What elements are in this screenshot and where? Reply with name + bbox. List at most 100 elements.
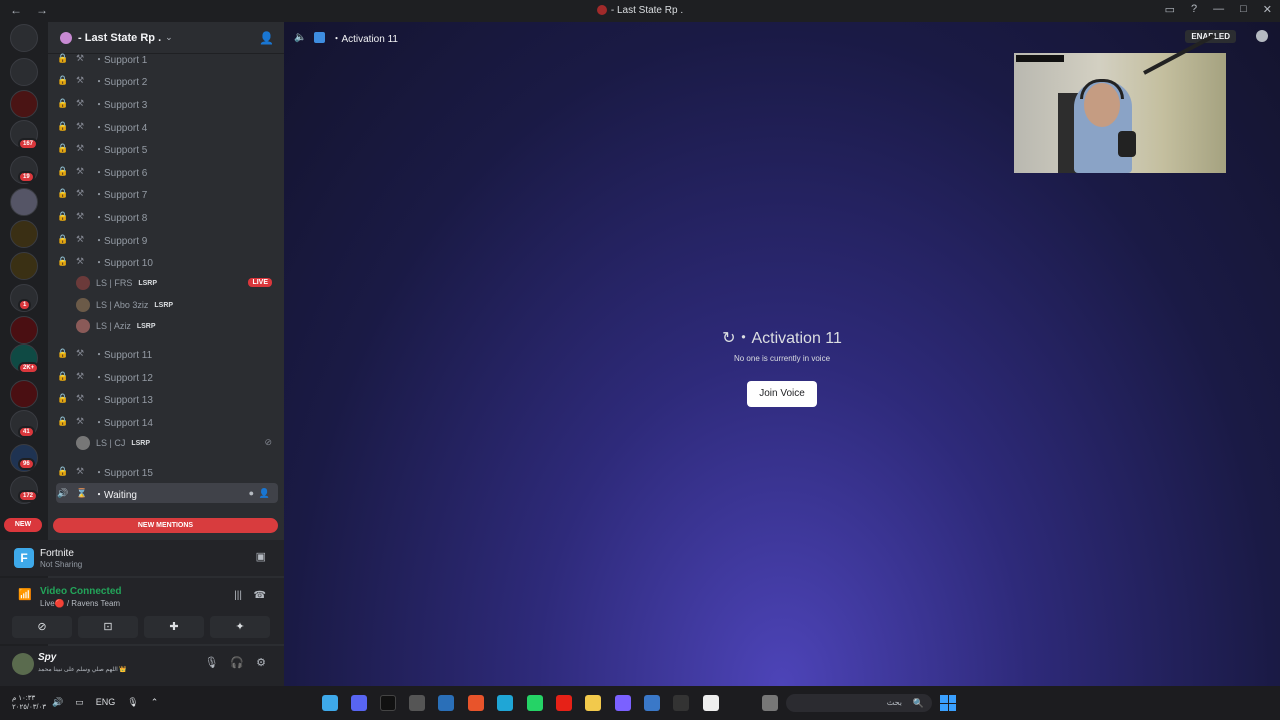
discord-taskbar-icon[interactable] <box>351 695 367 711</box>
taskbar: ١٠:٣٣ م ٢٠٢٥/٠٣/٠٣ 🔊 ▭ ENG 🎙 ⌃ بحث 🔍 <box>0 686 1280 720</box>
inbox-icon[interactable]: ▭ <box>1165 3 1175 16</box>
tiktok-icon[interactable] <box>380 695 396 711</box>
disconnect-icon[interactable]: ☎ <box>254 590 266 601</box>
voice-channel[interactable]: 🔒 ⚒ ・Support 6 <box>56 161 278 181</box>
voice-channel[interactable]: 🔒 ⚒ ・Support 1 <box>56 48 278 68</box>
chat-icon[interactable] <box>1256 30 1268 42</box>
voice-channel-name[interactable]: Live🔴 / Ravens Team <box>40 599 120 608</box>
volume-icon[interactable]: 🔊 <box>52 697 63 708</box>
fortnite-icon: F <box>14 548 34 568</box>
task-view-icon[interactable] <box>762 695 778 711</box>
lock-icon: 🔒 <box>57 392 69 403</box>
gear-icon[interactable]: ⚙ <box>256 656 266 669</box>
server-icon[interactable] <box>10 380 38 408</box>
lock-icon: 🔒 <box>57 210 69 221</box>
store-icon[interactable] <box>644 695 660 711</box>
whatsapp-icon[interactable] <box>527 695 543 711</box>
join-voice-button[interactable]: Join Voice <box>747 381 817 407</box>
voice-member[interactable]: LS | Abo 3ziz LSRP <box>76 296 276 314</box>
app-icon[interactable] <box>409 695 425 711</box>
voice-member[interactable]: LS | FRS LSRP <box>76 274 276 292</box>
voice-icon: ⚒ <box>76 97 85 108</box>
microphone-icon[interactable]: 🎙 <box>204 656 218 669</box>
voice-icon: ⚒ <box>76 392 85 403</box>
app-icon[interactable] <box>438 695 454 711</box>
lock-icon: 🔒 <box>57 187 69 198</box>
unread-badge: 96 <box>18 458 35 470</box>
voice-channel[interactable]: 🔒 ⚒ ・Support 5 <box>56 138 278 158</box>
server-icon[interactable] <box>10 90 38 118</box>
activities-button[interactable]: ✚ <box>144 616 204 638</box>
chat-icon[interactable]: ● <box>249 488 254 498</box>
window-controls: ▭ ? — □ ✕ <box>1165 3 1272 16</box>
voice-channel[interactable]: 🔒 ⚒ ・Support 13 <box>56 388 278 408</box>
server-icon <box>596 5 607 16</box>
unread-badge: 172 <box>18 490 39 502</box>
help-icon[interactable]: ? <box>1191 3 1197 16</box>
soundboard-button[interactable]: ✦ <box>210 616 270 638</box>
voice-channel[interactable]: 🔒 ⚒ ・Support 4 <box>56 116 278 136</box>
minimize-icon[interactable]: — <box>1213 3 1224 16</box>
home-discord-icon[interactable] <box>10 24 38 52</box>
voice-icon: ⚒ <box>76 255 85 266</box>
language-indicator[interactable]: ENG <box>96 697 116 708</box>
voice-channel[interactable]: 🔒 ⚒ ・Support 3 <box>56 93 278 113</box>
youtube-icon[interactable] <box>556 695 572 711</box>
voice-channel[interactable]: 🔒 ⚒ ・Support 14 <box>56 411 278 431</box>
lock-icon: 🔒 <box>57 465 69 476</box>
lock-icon: 🔒 <box>57 255 69 266</box>
brave-icon[interactable] <box>468 695 484 711</box>
mic-tray-icon[interactable]: 🎙 <box>127 697 138 708</box>
user-avatar[interactable] <box>12 653 34 675</box>
new-mentions-bar[interactable]: NEW MENTIONS <box>53 518 278 533</box>
server-icon[interactable] <box>10 220 38 248</box>
clock[interactable]: ١٠:٣٣ م ٢٠٢٥/٠٣/٠٣ <box>12 694 46 712</box>
voice-icon: ⚒ <box>76 370 85 381</box>
server-icon[interactable] <box>10 316 38 344</box>
close-icon[interactable]: ✕ <box>1263 3 1272 16</box>
windows-start-icon[interactable] <box>940 695 956 711</box>
camera-off-button[interactable]: ⊘ <box>12 616 72 638</box>
headphones-icon[interactable]: 🎧 <box>230 656 244 669</box>
user-panel: Spy اللهم صلي وسلم على نبينا محمد 👑 🎙 🎧 … <box>0 646 284 686</box>
voice-channel[interactable]: 🔒 ⚒ ・Support 2 <box>56 70 278 90</box>
app-icon[interactable] <box>322 695 338 711</box>
voice-channel[interactable]: 🔒 ⚒ ・Support 11 <box>56 343 278 363</box>
server-icon[interactable] <box>10 188 38 216</box>
add-user-icon[interactable]: 👤 <box>259 488 270 499</box>
server-icon[interactable] <box>10 58 38 86</box>
screen-share-button[interactable]: ⊡ <box>78 616 138 638</box>
edge-icon[interactable] <box>497 695 513 711</box>
new-pill[interactable]: NEW <box>4 518 42 532</box>
folder-icon[interactable] <box>585 695 601 711</box>
epic-icon[interactable] <box>673 695 689 711</box>
server-icon[interactable] <box>10 252 38 280</box>
invite-icon[interactable]: 👤 <box>259 31 274 45</box>
capcut-icon[interactable] <box>703 695 719 711</box>
voice-channel[interactable]: 🔒 ⚒ ・Support 7 <box>56 183 278 203</box>
lock-icon: 🔒 <box>57 97 69 108</box>
maximize-icon[interactable]: □ <box>1240 3 1247 16</box>
noise-suppression-icon[interactable]: ||| <box>234 590 242 601</box>
copilot-icon[interactable] <box>615 695 631 711</box>
avatar <box>76 298 90 312</box>
voice-stage: 🔈 ・Activation 11 ENABLED ↻・Activation 11… <box>284 22 1280 686</box>
activity-status: Not Sharing <box>40 560 83 569</box>
activity-icon: ↻ <box>722 330 736 347</box>
username: Spy <box>38 652 57 663</box>
display-icon[interactable]: ▭ <box>75 697 84 708</box>
lock-icon: 🔒 <box>57 120 69 131</box>
voice-status: Video Connected <box>40 586 122 597</box>
voice-channel[interactable]: 🔒 ⚒ ・Support 10 <box>56 251 278 271</box>
screen-share-icon[interactable]: ▣ <box>256 550 266 563</box>
voice-channel[interactable]: 🔒 ⚒ ・Support 9 <box>56 229 278 249</box>
voice-channel[interactable]: 🔒 ⚒ ・Support 12 <box>56 366 278 386</box>
chevron-up-icon[interactable]: ⌃ <box>151 697 159 708</box>
voice-member[interactable]: LS | Aziz LSRP <box>76 317 276 335</box>
voice-member[interactable]: LS | CJ LSRP <box>76 434 276 452</box>
active-voice-channel[interactable]: 🔊 ⌛ ・Waiting ● 👤 <box>56 483 278 503</box>
webcam-overlay <box>1014 33 1226 173</box>
search-box[interactable]: بحث 🔍 <box>786 694 932 712</box>
voice-channel[interactable]: 🔒 ⚒ ・Support 15 <box>56 461 278 481</box>
voice-channel[interactable]: 🔒 ⚒ ・Support 8 <box>56 206 278 226</box>
